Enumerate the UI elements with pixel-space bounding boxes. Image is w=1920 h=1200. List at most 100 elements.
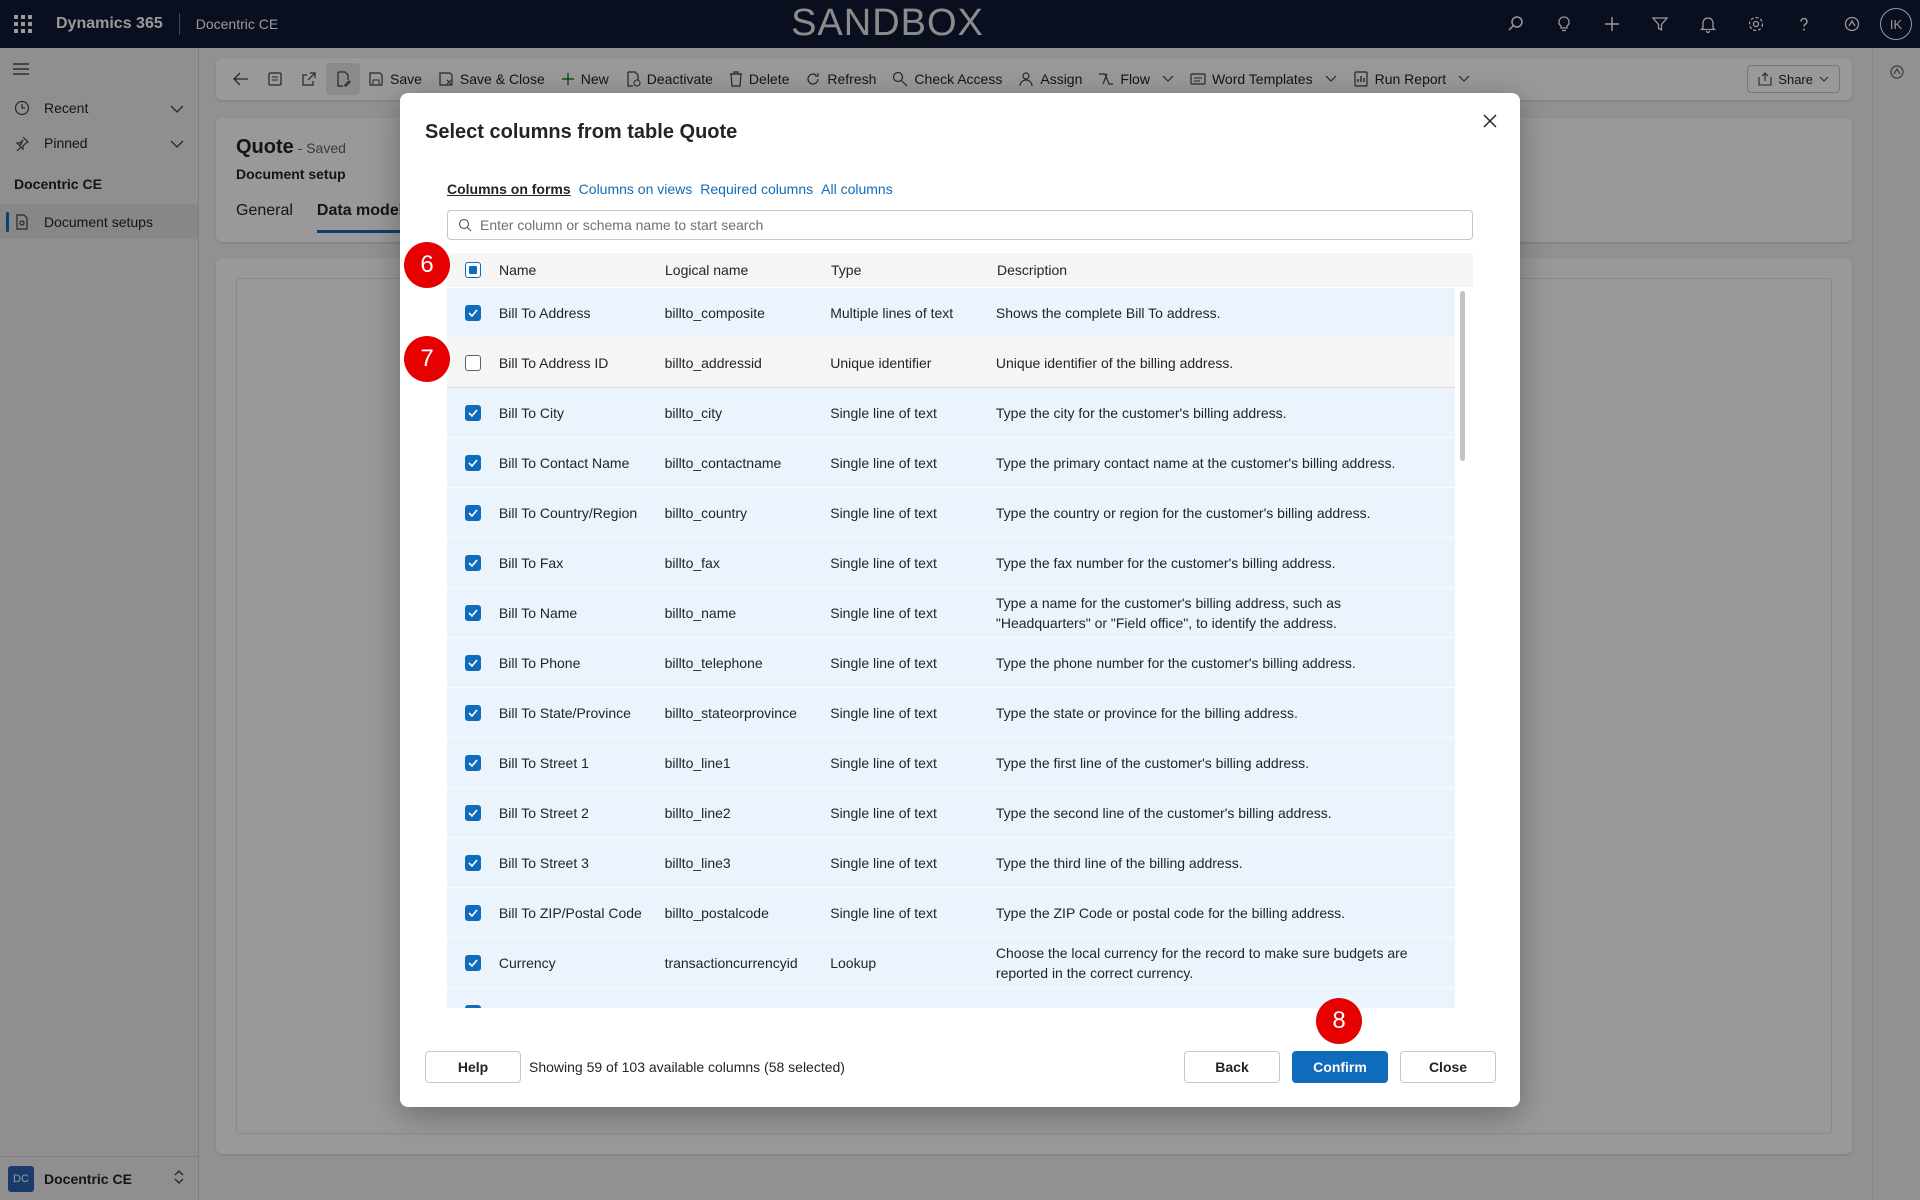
row-checkbox[interactable] bbox=[464, 754, 481, 771]
cell-name: Bill To Address bbox=[498, 304, 591, 321]
cell-description: Type the primary contact name at the cus… bbox=[995, 454, 1396, 471]
cell-name: Currency bbox=[498, 954, 556, 971]
cell-logical-name: billto_postalcode bbox=[664, 904, 769, 921]
cell-name: Bill To Street 2 bbox=[498, 804, 589, 821]
table-row[interactable]: Bill To Street 1 billto_line1 Single line … bbox=[447, 738, 1455, 788]
cell-name: Bill To Contact Name bbox=[498, 454, 630, 471]
selection-status: Showing 59 of 103 available columns (58 … bbox=[529, 1059, 845, 1075]
table-header: Name Logical name Type Description bbox=[447, 253, 1473, 287]
cell-logical-name: billto_contactname bbox=[664, 454, 782, 471]
cell-description: Type the fax number for the customer's b… bbox=[995, 554, 1336, 571]
row-checkbox[interactable] bbox=[464, 854, 481, 871]
column-header-name[interactable]: Name bbox=[499, 262, 665, 278]
cell-type: Single line of text bbox=[830, 454, 937, 471]
table-row[interactable]: Bill To Contact Name billto_contactname Si… bbox=[447, 438, 1455, 488]
filter-required-columns[interactable]: Required columns bbox=[700, 181, 813, 197]
row-checkbox[interactable] bbox=[464, 404, 481, 421]
row-checkbox[interactable] bbox=[464, 704, 481, 721]
cell-type: Single line of text bbox=[830, 554, 937, 571]
column-header-logical-name[interactable]: Logical name bbox=[665, 262, 831, 278]
filter-columns-on-views[interactable]: Columns on views bbox=[579, 181, 693, 197]
cell-description: Type a name for the customer's billing a… bbox=[995, 594, 1341, 631]
cell-logical-name: billto_country bbox=[664, 504, 748, 521]
cell-type: Multiple lines of text bbox=[830, 304, 954, 321]
cell-description: Choose the local currency for the record… bbox=[995, 944, 1408, 981]
cell-description: Type the third line of the billing addre… bbox=[995, 854, 1243, 871]
table-row[interactable]: Bill To Street 3 billto_line3 Single line … bbox=[447, 838, 1455, 888]
cell-logical-name: billto_addressid bbox=[664, 354, 762, 371]
column-header-description[interactable]: Description bbox=[997, 262, 1457, 278]
table-row[interactable]: DescriptiondescriptionMultiple lines of … bbox=[447, 988, 1455, 1008]
cell-name: Bill To Street 3 bbox=[498, 854, 589, 871]
close-button[interactable]: Close bbox=[1400, 1051, 1496, 1083]
search-icon bbox=[458, 218, 472, 232]
cell-type: Single line of text bbox=[830, 604, 937, 621]
row-checkbox[interactable] bbox=[464, 504, 481, 521]
cell-description: Type the ZIP Code or postal code for the… bbox=[995, 904, 1346, 921]
table-row[interactable]: Bill To Country/Region billto_country Sing… bbox=[447, 488, 1455, 538]
select-all-checkbox[interactable] bbox=[465, 262, 481, 278]
row-checkbox[interactable] bbox=[464, 604, 481, 621]
table-row[interactable]: Bill To City billto_city Single line of te… bbox=[447, 388, 1455, 438]
cell-type: Single line of text bbox=[830, 704, 937, 721]
confirm-button[interactable]: Confirm bbox=[1292, 1051, 1388, 1083]
cell-type: Single line of text bbox=[830, 854, 937, 871]
cell-name: Bill To State/Province bbox=[498, 704, 631, 721]
row-checkbox[interactable] bbox=[464, 554, 481, 571]
table-row[interactable]: Bill To Name billto_name Single line of te… bbox=[447, 588, 1455, 638]
close-icon bbox=[1483, 114, 1497, 128]
cell-type: Single line of text bbox=[830, 754, 937, 771]
columns-table-body: Bill To Address billto_composite Multiple … bbox=[447, 288, 1455, 1008]
table-row[interactable]: Bill To Fax billto_fax Single line of text… bbox=[447, 538, 1455, 588]
cell-logical-name: billto_telephone bbox=[664, 654, 763, 671]
table-row[interactable]: Bill To Address ID billto_addressid Unique… bbox=[447, 338, 1455, 388]
cell-type: Single line of text bbox=[830, 804, 937, 821]
dialog-title: Select columns from table Quote bbox=[425, 121, 738, 143]
column-header-type[interactable]: Type bbox=[831, 262, 997, 278]
row-checkbox[interactable] bbox=[464, 654, 481, 671]
row-checkbox[interactable] bbox=[464, 804, 481, 821]
step-marker-6: 6 bbox=[404, 242, 450, 288]
table-row[interactable]: Bill To ZIP/Postal Code billto_postalcode… bbox=[447, 888, 1455, 938]
filter-columns-on-forms[interactable]: Columns on forms bbox=[447, 181, 571, 197]
cell-description: Type additional information to describe … bbox=[996, 1003, 1455, 1009]
table-row[interactable]: Bill To Phone billto_telephone Single line… bbox=[447, 638, 1455, 688]
cell-description: Type the first line of the customer's bi… bbox=[995, 754, 1310, 771]
row-checkbox[interactable] bbox=[464, 304, 481, 321]
cell-description: Shows the complete Bill To address. bbox=[995, 304, 1221, 321]
scrollbar-thumb[interactable] bbox=[1460, 291, 1465, 461]
filter-all-columns[interactable]: All columns bbox=[821, 181, 893, 197]
table-row[interactable]: Currency transactioncurrencyid Lookup Choos… bbox=[447, 938, 1455, 988]
cell-name: Bill To Address ID bbox=[498, 354, 609, 371]
cell-description: Type the second line of the customer's b… bbox=[995, 804, 1332, 821]
dialog-close-button[interactable] bbox=[1474, 105, 1506, 137]
row-checkbox[interactable] bbox=[464, 1004, 481, 1008]
column-search-box[interactable] bbox=[447, 210, 1473, 240]
cell-name: Bill To Street 1 bbox=[498, 754, 589, 771]
cell-type: Single line of text bbox=[830, 654, 937, 671]
cell-logical-name: transactioncurrencyid bbox=[664, 954, 798, 971]
cell-name: Bill To Phone bbox=[498, 654, 581, 671]
cell-name: Bill To ZIP/Postal Code bbox=[498, 904, 642, 921]
cell-type: Single line of text bbox=[830, 504, 937, 521]
cell-name: Bill To Fax bbox=[498, 554, 564, 571]
cell-logical-name: description bbox=[665, 1005, 831, 1009]
cell-type: Multiple lines of text bbox=[830, 1005, 996, 1009]
table-row[interactable]: Bill To State/Province billto_stateorprov… bbox=[447, 688, 1455, 738]
search-input[interactable] bbox=[480, 217, 1440, 233]
row-checkbox[interactable] bbox=[464, 954, 481, 971]
row-checkbox[interactable] bbox=[464, 454, 481, 471]
table-scrollbar[interactable] bbox=[1460, 291, 1466, 1011]
cell-name: Bill To Name bbox=[498, 604, 578, 621]
select-columns-dialog: Select columns from table Quote Columns … bbox=[400, 93, 1520, 1107]
row-checkbox[interactable] bbox=[464, 354, 481, 371]
cell-name: Bill To Country/Region bbox=[498, 504, 638, 521]
cell-logical-name: billto_name bbox=[664, 604, 737, 621]
cell-description: Type the city for the customer's billing… bbox=[995, 404, 1287, 421]
back-button[interactable]: Back bbox=[1184, 1051, 1280, 1083]
help-button[interactable]: Help bbox=[425, 1051, 521, 1083]
table-row[interactable]: Bill To Street 2 billto_line2 Single line … bbox=[447, 788, 1455, 838]
table-row[interactable]: Bill To Address billto_composite Multiple … bbox=[447, 288, 1455, 338]
cell-description: Type the country or region for the custo… bbox=[995, 504, 1371, 521]
row-checkbox[interactable] bbox=[464, 904, 481, 921]
